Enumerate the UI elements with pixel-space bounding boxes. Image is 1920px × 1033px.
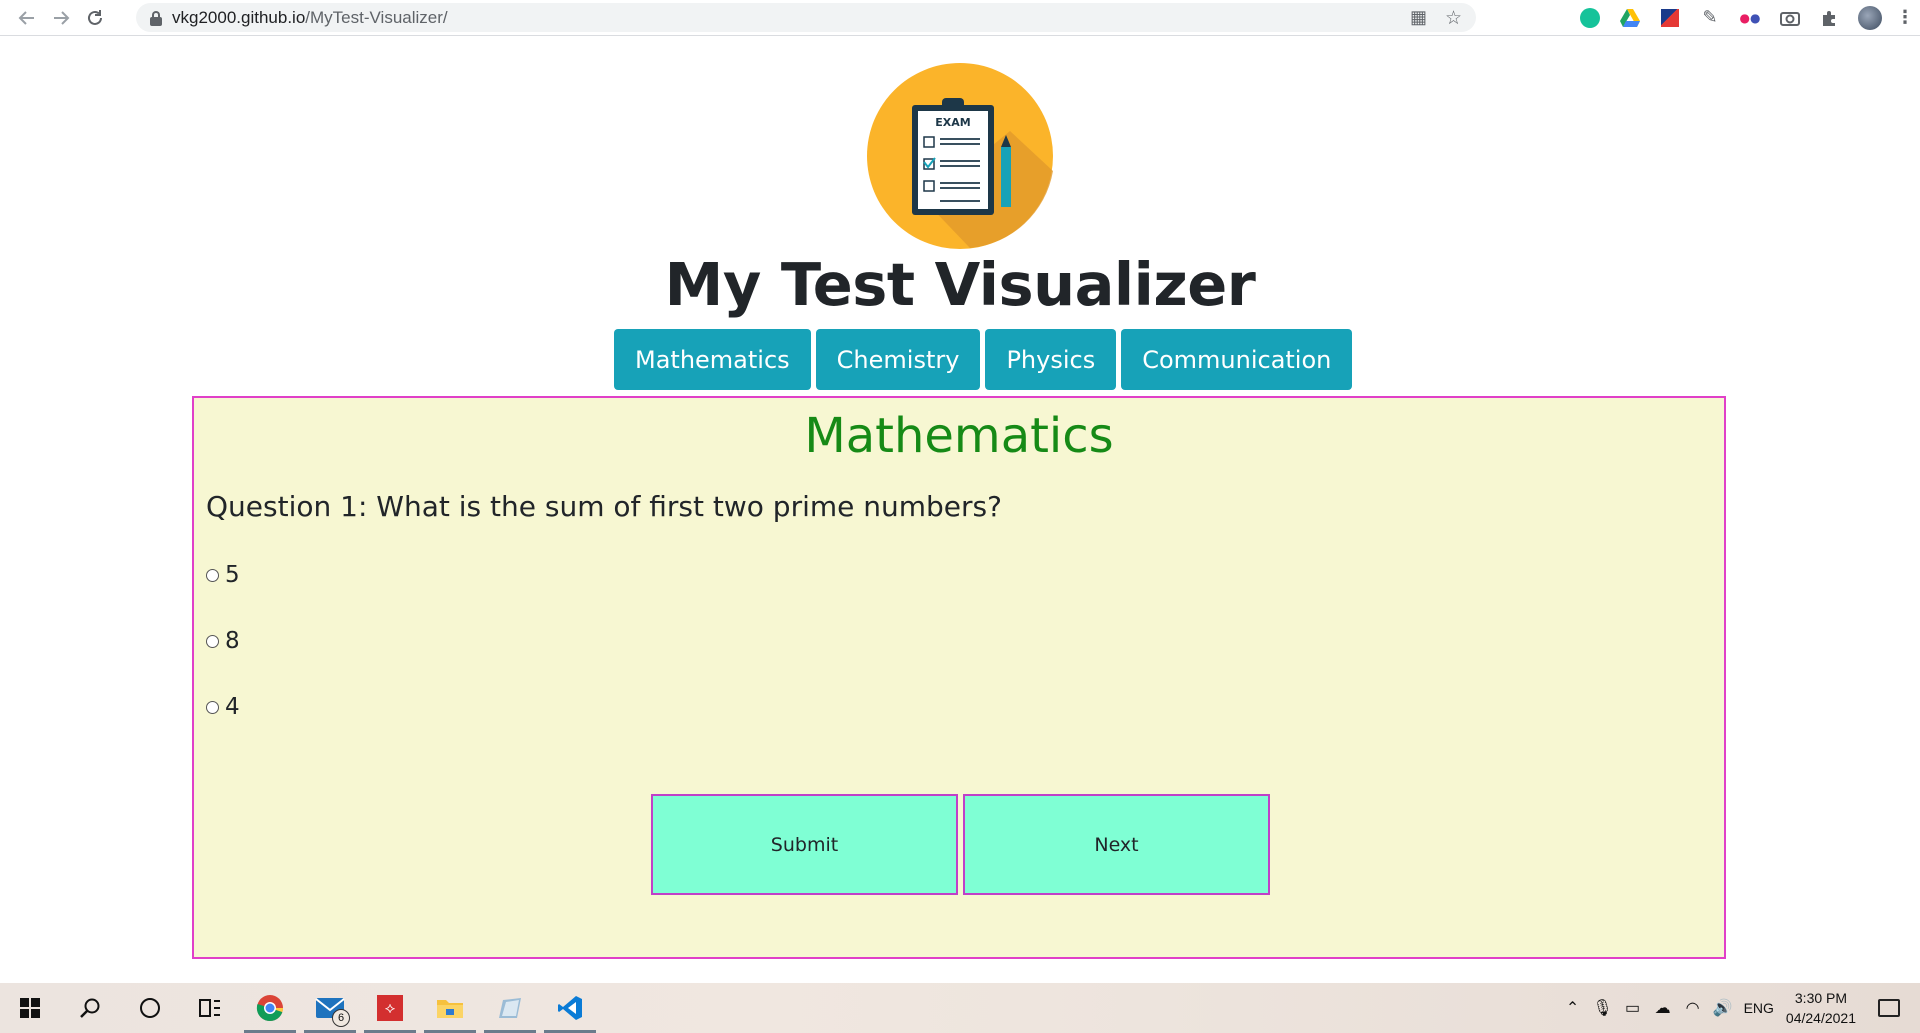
answer-option[interactable]: 8 — [206, 628, 240, 654]
browser-toolbar: vkg2000.github.io/MyTest-Visualizer/ ▦ ☆… — [0, 0, 1920, 36]
folder-icon — [437, 1000, 463, 1018]
taskbar-chrome[interactable] — [240, 983, 300, 1033]
taskbar-app[interactable] — [480, 983, 540, 1033]
bookmark-star-icon[interactable]: ☆ — [1445, 7, 1462, 30]
tab-communication[interactable]: Communication — [1121, 329, 1353, 390]
cortana-button[interactable] — [120, 983, 180, 1033]
reload-icon — [88, 9, 102, 25]
system-tray: ⌃ 🎙 ▭ ☁ ◠ 🔊 ENG 3:30 PM 04/24/2021 — [1558, 983, 1920, 1033]
notes-app-icon — [499, 998, 521, 1018]
answer-label: 5 — [225, 562, 240, 588]
grammarly-extension-icon[interactable] — [1570, 0, 1610, 35]
eyedropper-extension-icon[interactable]: ✎ — [1690, 0, 1730, 35]
vscode-icon — [558, 996, 582, 1020]
mail-unread-badge: 6 — [332, 1009, 350, 1027]
taskbar-vscode[interactable] — [540, 983, 600, 1033]
notification-center-icon[interactable] — [1878, 999, 1900, 1017]
google-drive-extension-icon[interactable] — [1610, 0, 1650, 35]
answer-option[interactable]: 4 — [206, 694, 240, 720]
url-path: /MyTest-Visualizer/ — [305, 7, 448, 27]
search-icon — [80, 998, 100, 1018]
battery-icon[interactable]: ▭ — [1618, 998, 1648, 1018]
back-button[interactable] — [10, 1, 44, 35]
puzzle-extensions-icon[interactable] — [1810, 0, 1850, 35]
qr-code-icon[interactable]: ▦ — [1410, 7, 1427, 30]
chevron-up-icon[interactable]: ⌃ — [1558, 998, 1588, 1018]
language-indicator[interactable]: ENG — [1744, 1000, 1774, 1016]
windows-logo-icon — [20, 998, 40, 1018]
red-extension-icon[interactable] — [1650, 0, 1690, 35]
taskbar-file-explorer[interactable] — [420, 983, 480, 1033]
clock-time: 3:30 PM — [1794, 990, 1848, 1006]
tab-physics[interactable]: Physics — [985, 329, 1117, 390]
lock-icon — [150, 10, 162, 26]
onedrive-cloud-icon[interactable]: ☁ — [1648, 998, 1678, 1018]
url-host: vkg2000.github.io — [172, 7, 306, 27]
task-view-icon — [199, 999, 220, 1017]
logo-text: EXAM — [935, 116, 970, 129]
clock[interactable]: 3:30 PM 04/24/2021 — [1786, 988, 1856, 1028]
search-button[interactable] — [60, 983, 120, 1033]
next-button[interactable]: Next — [963, 794, 1270, 895]
taskbar-mail[interactable]: 6 — [300, 983, 360, 1033]
answer-radio[interactable] — [206, 634, 219, 648]
back-arrow-icon — [18, 10, 34, 25]
taskbar: 6 ⟡ ⌃ 🎙 ▭ ☁ ◠ 🔊 ENG 3:30 PM 04/24/2021 — [0, 983, 1920, 1033]
profile-avatar[interactable] — [1850, 0, 1890, 35]
extensions-area: ✎ ● ● ⋮ — [1570, 0, 1920, 35]
subject-tabs: Mathematics Chemistry Physics Communicat… — [614, 329, 1353, 390]
volume-icon[interactable]: 🔊 — [1708, 998, 1738, 1018]
task-view-button[interactable] — [180, 983, 240, 1033]
answer-label: 4 — [225, 694, 240, 720]
microphone-icon[interactable]: 🎙 — [1588, 998, 1618, 1018]
page-content: EXAM My Test Visualizer Mathematics Chem… — [0, 36, 1920, 982]
answer-label: 8 — [225, 628, 240, 654]
answer-radio[interactable] — [206, 700, 219, 714]
menu-kebab-icon[interactable]: ⋮ — [1890, 0, 1920, 35]
tab-mathematics[interactable]: Mathematics — [614, 329, 811, 390]
page-title: My Test Visualizer — [664, 250, 1256, 319]
camera-extension-icon[interactable] — [1770, 0, 1810, 35]
answer-radio[interactable] — [206, 568, 219, 582]
clock-date: 04/24/2021 — [1785, 1010, 1856, 1026]
colorful-extension-icon[interactable]: ● ● — [1730, 0, 1770, 35]
quiz-subject-heading: Mathematics — [804, 408, 1114, 464]
submit-button[interactable]: Submit — [651, 794, 958, 895]
forward-arrow-icon — [54, 10, 70, 25]
tab-chemistry[interactable]: Chemistry — [815, 329, 981, 390]
chrome-icon — [256, 995, 283, 1022]
question-text: Question 1: What is the sum of first two… — [206, 490, 1002, 523]
reload-button[interactable] — [78, 1, 112, 35]
wifi-icon[interactable]: ◠ — [1678, 998, 1708, 1018]
start-button[interactable] — [0, 983, 60, 1033]
address-bar[interactable]: vkg2000.github.io/MyTest-Visualizer/ ▦ ☆ — [136, 3, 1476, 32]
acrobat-icon: ⟡ — [377, 995, 403, 1021]
answer-option[interactable]: 5 — [206, 562, 240, 588]
forward-button[interactable] — [44, 1, 78, 35]
cortana-circle-icon — [140, 998, 160, 1018]
exam-clipboard-logo-icon: EXAM — [867, 63, 1053, 249]
quiz-panel: Mathematics Question 1: What is the sum … — [192, 396, 1726, 959]
taskbar-acrobat[interactable]: ⟡ — [360, 983, 420, 1033]
